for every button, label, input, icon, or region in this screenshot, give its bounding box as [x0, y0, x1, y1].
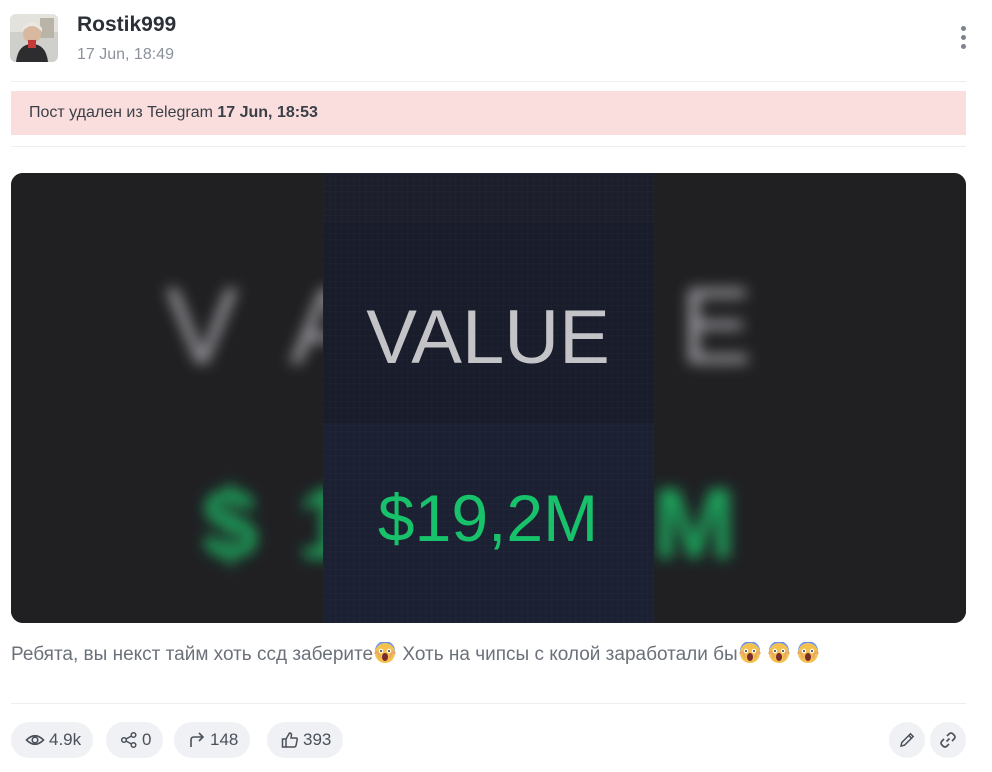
screaming-face-emoji	[768, 642, 790, 663]
post-header: Rostik999 17 Jun, 18:49	[10, 12, 968, 66]
likes-counter[interactable]: 393	[267, 722, 344, 758]
edit-button[interactable]	[889, 722, 925, 758]
value-amount: $19,2M	[378, 481, 598, 555]
eye-icon	[25, 734, 45, 746]
screaming-face-emoji	[374, 642, 397, 663]
views-count: 4.9k	[49, 730, 82, 749]
shares-count: 0	[142, 730, 152, 749]
link-icon	[940, 732, 956, 748]
post-date[interactable]: 17 Jun, 18:49	[77, 46, 174, 64]
notice-timestamp: 17 Jun, 18:53	[217, 104, 318, 121]
caption-text-2: Хоть на чипсы с колой заработали бы	[397, 644, 738, 665]
caption-text-1: Ребята, вы некст тайм хоть ссд заберите	[11, 644, 374, 665]
kebab-menu-icon[interactable]	[958, 26, 968, 52]
share-icon	[120, 731, 137, 749]
screaming-face-emoji	[797, 642, 820, 663]
avatar[interactable]	[10, 14, 58, 62]
screaming-face-emoji	[738, 642, 761, 663]
views-counter[interactable]: 4.9k	[11, 722, 94, 758]
divider	[11, 703, 966, 704]
forward-icon	[190, 732, 205, 747]
value-label: VALUE	[366, 295, 610, 380]
likes-count: 393	[303, 730, 332, 749]
deleted-notice: Пост удален из Telegram 17 Jun, 18:53	[11, 91, 966, 135]
author-name[interactable]: Rostik999	[77, 13, 176, 37]
divider	[11, 81, 966, 82]
forwards-count: 148	[210, 730, 239, 749]
thumbs-up-icon	[281, 732, 298, 748]
forwards-counter[interactable]: 148	[174, 722, 251, 758]
post-caption: Ребята, вы некст тайм хоть ссд заберите …	[11, 642, 820, 666]
copy-link-button[interactable]	[930, 722, 966, 758]
shares-counter[interactable]: 0	[106, 722, 164, 758]
notice-text: Пост удален из Telegram	[29, 104, 218, 121]
post-image[interactable]: VALUE $19,2M VALUE $19,2M	[11, 173, 966, 623]
divider	[11, 146, 966, 147]
pencil-icon	[900, 732, 915, 747]
